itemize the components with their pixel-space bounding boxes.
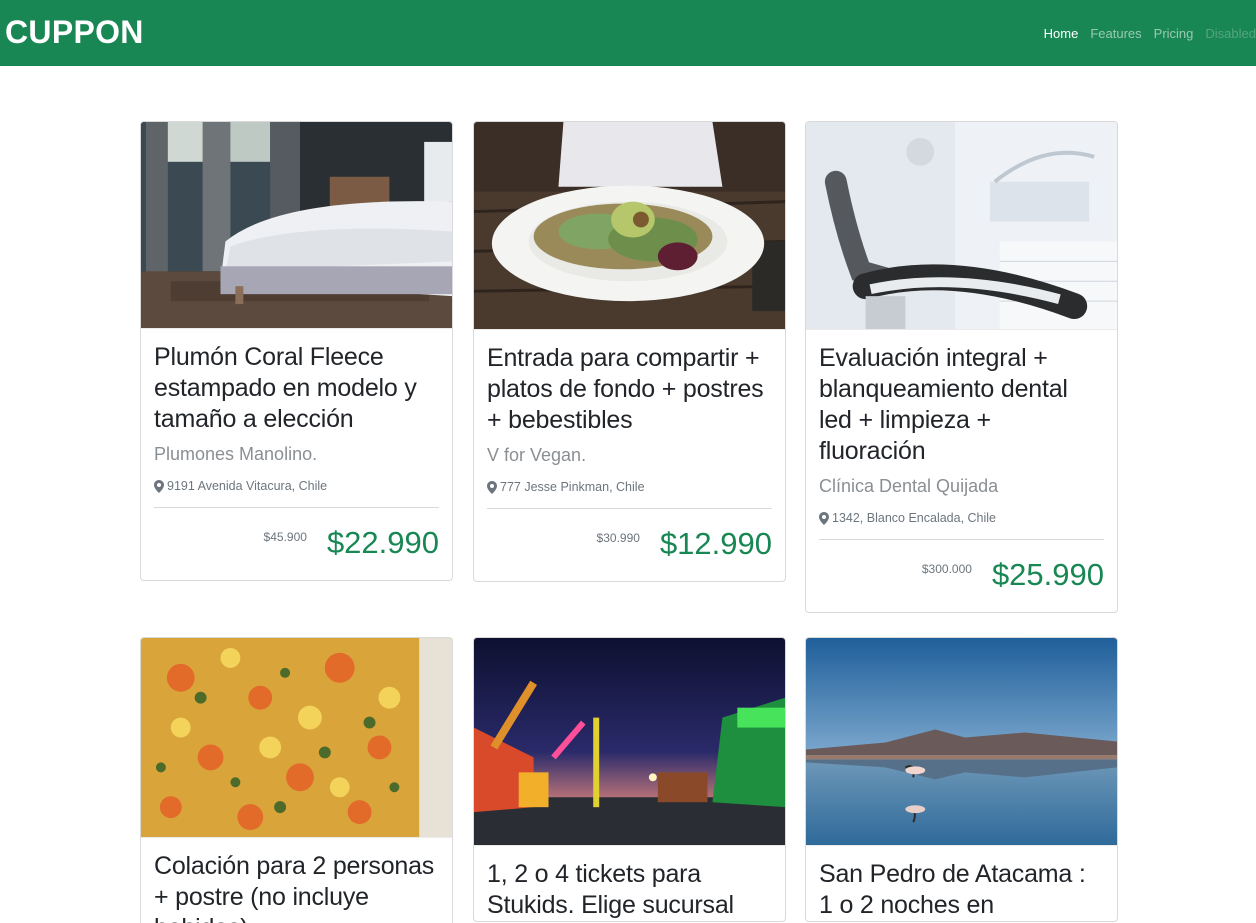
discount-price: $22.990 — [326, 525, 439, 560]
nav-link-disabled: Disabled — [1205, 26, 1256, 41]
deal-title[interactable]: Plumón Coral Fleece estampado en modelo … — [154, 342, 439, 435]
deal-card[interactable]: San Pedro de Atacama : 1 o 2 noches en — [805, 637, 1118, 922]
deal-image[interactable] — [806, 638, 1117, 846]
nav-link-home[interactable]: Home — [1044, 26, 1079, 41]
discount-price: $12.990 — [659, 526, 772, 561]
deal-image[interactable] — [141, 122, 452, 329]
deal-address: 777 Jesse Pinkman, Chile — [487, 480, 772, 494]
deal-title[interactable]: 1, 2 o 4 tickets para Stukids. Elige suc… — [487, 859, 772, 921]
brand-logo[interactable]: CUPPON — [5, 14, 144, 51]
address-text: 777 Jesse Pinkman, Chile — [500, 480, 645, 494]
deal-card[interactable]: Evaluación integral + blanqueamiento den… — [805, 121, 1118, 613]
deal-card[interactable]: Entrada para compartir + platos de fondo… — [473, 121, 786, 582]
address-text: 1342, Blanco Encalada, Chile — [832, 511, 997, 525]
deal-image[interactable] — [806, 122, 1117, 330]
deal-image[interactable] — [474, 638, 785, 846]
discount-price: $25.990 — [991, 557, 1104, 592]
nav-links: Home Features Pricing Disabled — [1032, 26, 1256, 41]
map-marker-icon — [487, 480, 497, 494]
merchant-name: Plumones Manolino. — [154, 444, 318, 464]
navbar: CUPPON Home Features Pricing Disabled — [0, 0, 1256, 66]
deal-title[interactable]: Entrada para compartir + platos de fondo… — [487, 343, 772, 436]
merchant-name: V for Vegan. — [487, 445, 587, 465]
merchant-name: Clínica Dental Quijada — [819, 476, 999, 496]
deal-title[interactable]: San Pedro de Atacama : 1 o 2 noches en — [819, 859, 1104, 921]
deal-title[interactable]: Evaluación integral + blanqueamiento den… — [819, 343, 1104, 467]
deal-card[interactable]: 1, 2 o 4 tickets para Stukids. Elige suc… — [473, 637, 786, 922]
original-price: $30.990 — [596, 531, 640, 545]
deal-title[interactable]: Colación para 2 personas + postre (no in… — [154, 851, 439, 923]
address-text: 9191 Avenida Vitacura, Chile — [167, 479, 328, 493]
nav-link-features[interactable]: Features — [1090, 26, 1141, 41]
deal-image[interactable] — [474, 122, 785, 330]
deal-image[interactable] — [141, 638, 452, 838]
map-marker-icon — [154, 479, 164, 493]
nav-link-pricing[interactable]: Pricing — [1154, 26, 1194, 41]
original-price: $45.900 — [263, 530, 307, 544]
price-row: $30.990 $12.990 — [487, 509, 772, 581]
deal-address: 9191 Avenida Vitacura, Chile — [154, 479, 439, 493]
map-marker-icon — [819, 511, 829, 525]
deal-card[interactable]: Plumón Coral Fleece estampado en modelo … — [140, 121, 453, 581]
price-row: $45.900 $22.990 — [154, 508, 439, 580]
price-row: $300.000 $25.990 — [819, 540, 1104, 612]
deal-card[interactable]: Colación para 2 personas + postre (no in… — [140, 637, 453, 923]
original-price: $300.000 — [921, 562, 972, 576]
deal-address: 1342, Blanco Encalada, Chile — [819, 511, 1104, 525]
